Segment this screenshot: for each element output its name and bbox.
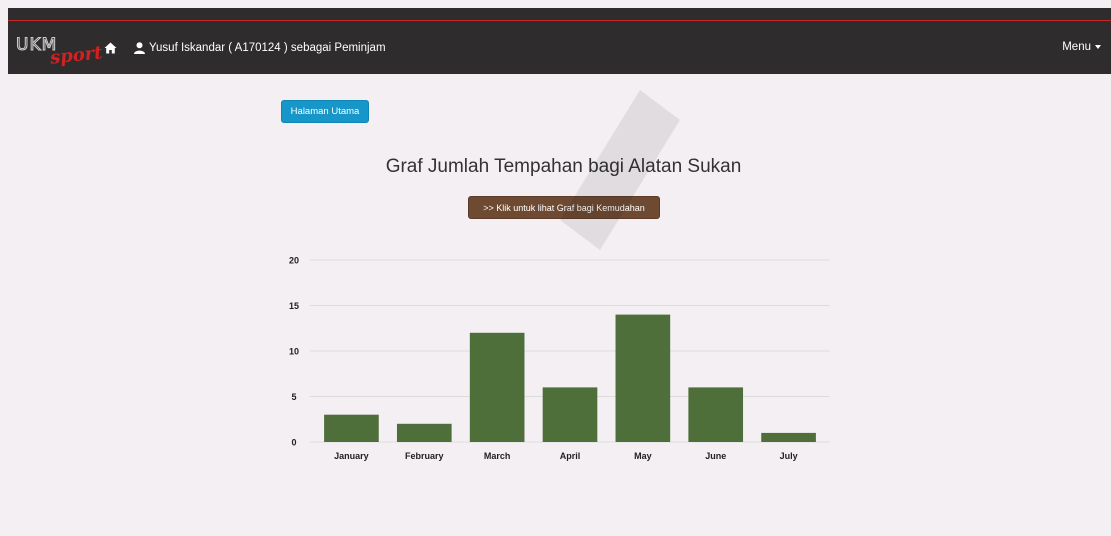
user-icon [134,41,146,54]
bar-january[interactable] [324,414,379,442]
window-top-bar [8,8,1111,20]
graf-kemudahan-button[interactable]: >> Klik untuk lihat Graf bagi Kemudahan [468,196,660,219]
y-tick-label: 0 [291,438,296,448]
x-tick-label: March [484,451,511,461]
x-tick-label: June [705,451,726,461]
page-title: Graf Jumlah Tempahan bagi Alatan Sukan [385,156,742,177]
ukm-sport-logo[interactable]: UKM sport [14,21,103,75]
x-tick-label: January [334,451,369,461]
x-tick-label: May [634,451,652,461]
menu-dropdown[interactable]: Menu [1062,41,1101,53]
bar-chart-svg: 0 5 10 15 20 January February March April May June… [289,256,830,461]
halaman-utama-button[interactable]: Halaman Utama [281,100,369,123]
caret-down-icon [1095,45,1101,49]
bar-chart: 0 5 10 15 20 January February March April May June… [280,245,840,470]
home-icon[interactable] [104,41,118,55]
menu-label: Menu [1062,41,1091,53]
bar-may[interactable] [615,314,671,442]
y-tick-label: 10 [289,347,299,357]
x-tick-label: July [780,451,798,461]
bar-july[interactable] [761,432,816,442]
bar-june[interactable] [688,387,744,442]
y-tick-label: 20 [289,256,299,266]
bar-february[interactable] [396,423,452,442]
x-tick-label: February [405,451,444,461]
y-tick-label: 5 [291,392,296,402]
bar-march[interactable] [469,332,525,442]
user-label[interactable]: Yusuf Iskandar ( A170124 ) sebagai Pemin… [149,42,386,54]
bar-april[interactable] [542,387,598,442]
x-tick-label: April [560,451,581,461]
y-tick-label: 15 [289,301,299,311]
top-navbar: UKM sport Yusuf Iskandar ( A170124 ) seb… [8,20,1111,74]
